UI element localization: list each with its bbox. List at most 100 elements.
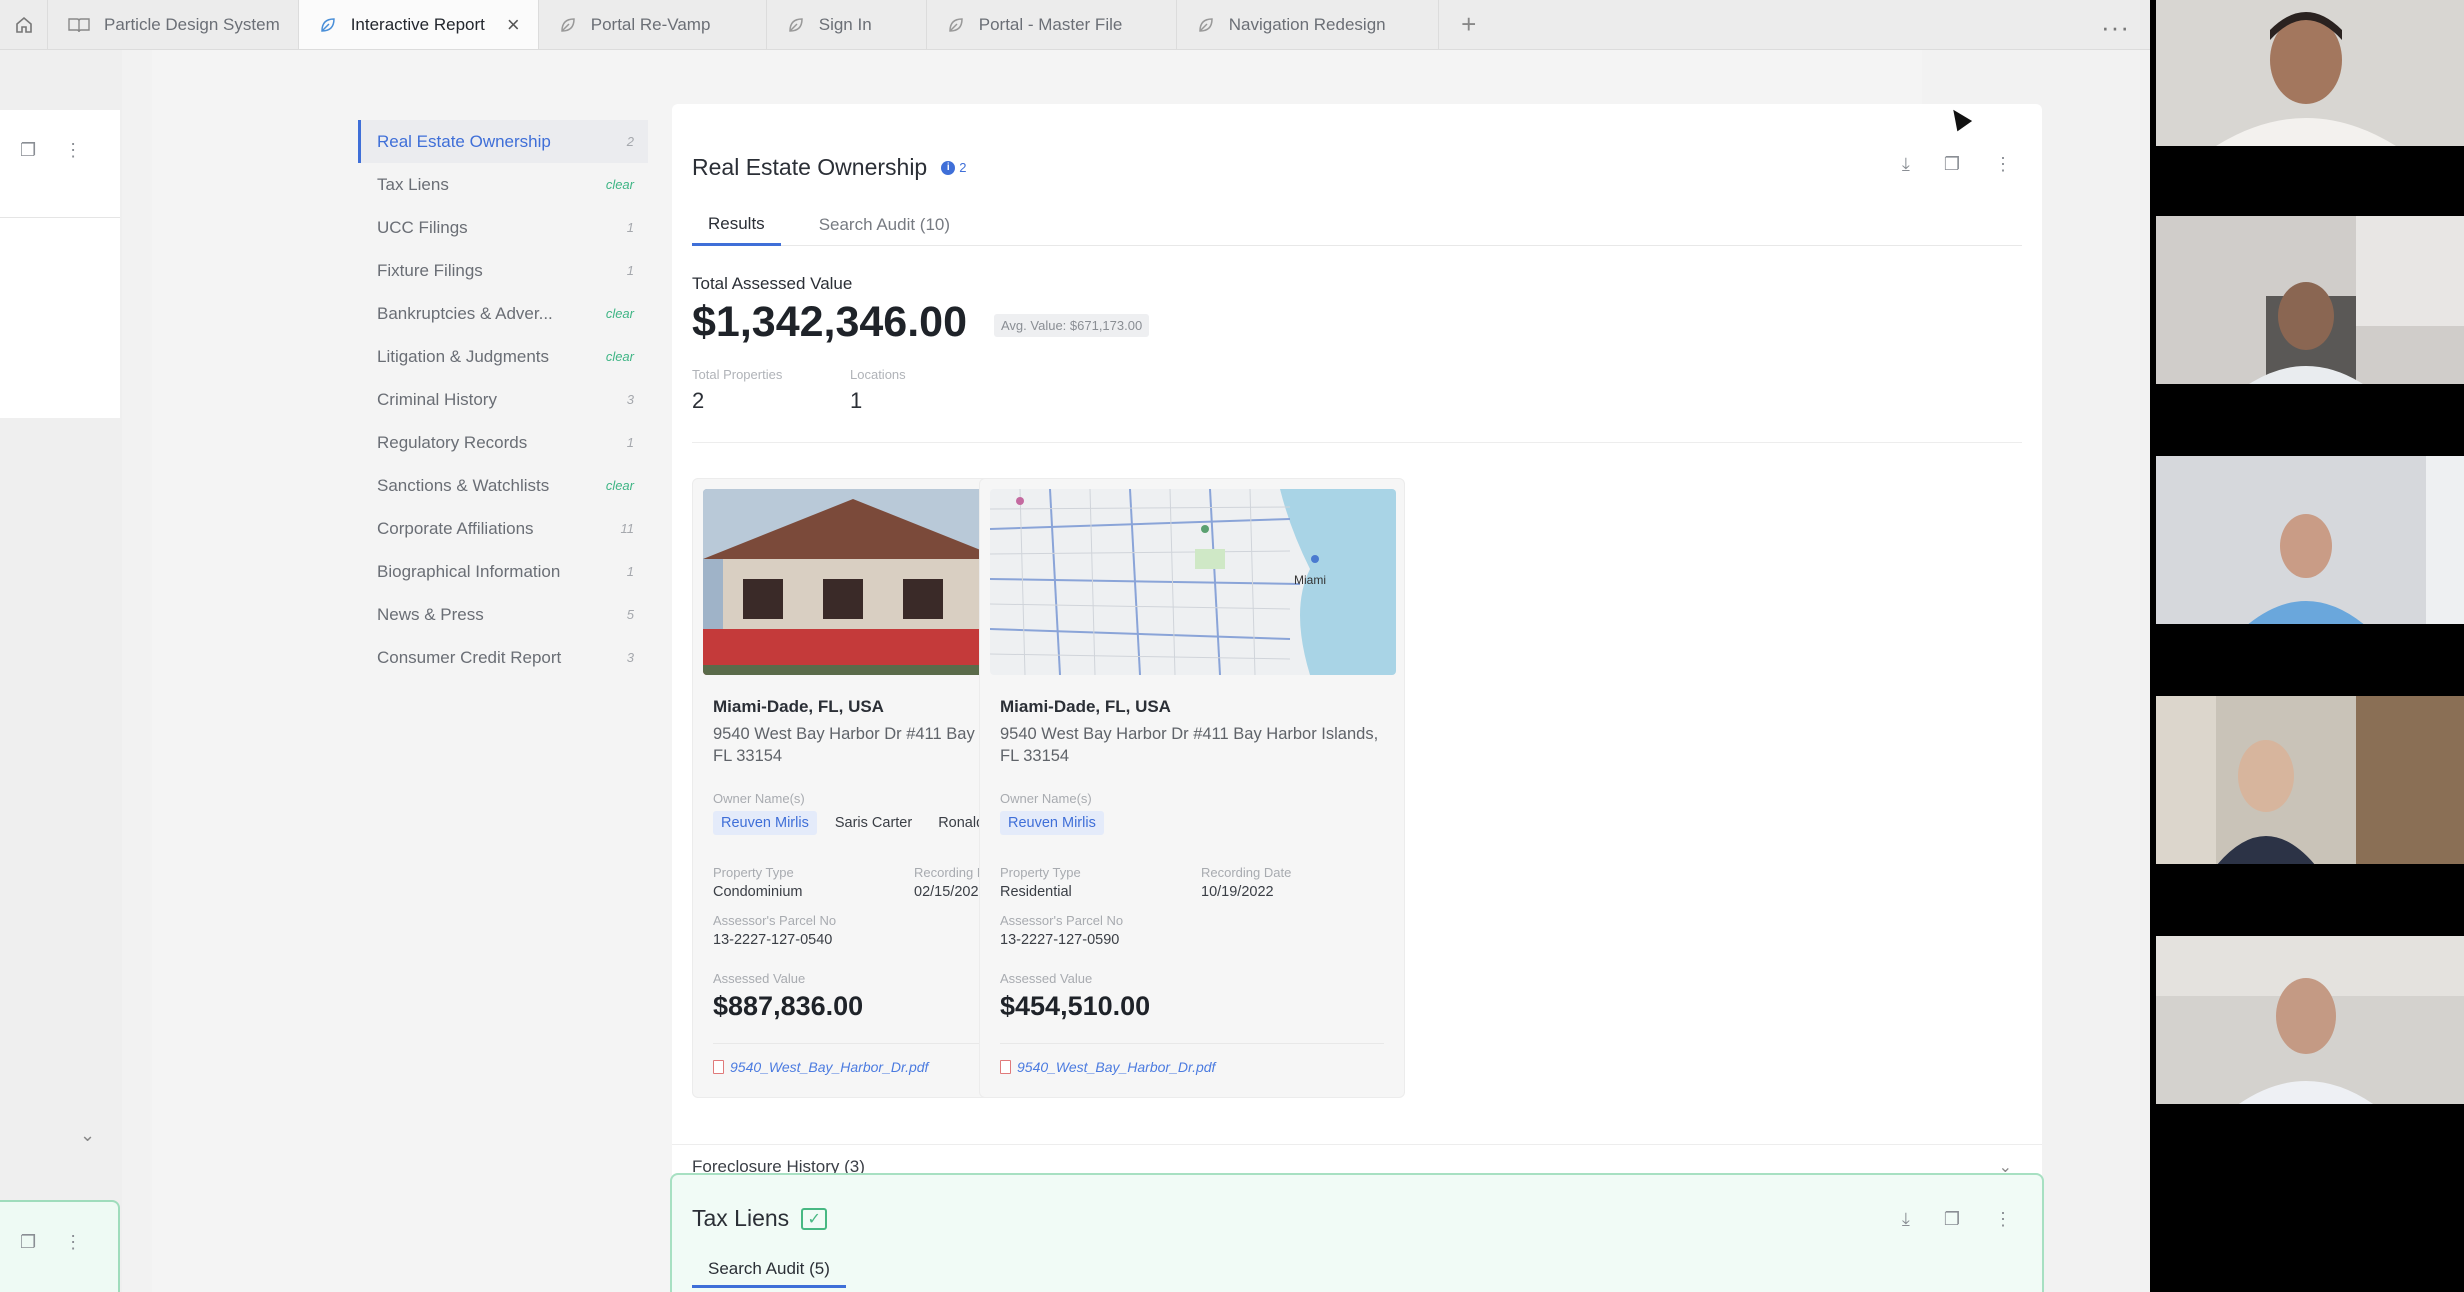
tab-label: Portal - Master File: [978, 14, 1123, 34]
sidebar-item-label: Corporate Affiliations: [377, 518, 534, 538]
assessed-value-label: Assessed Value: [1000, 971, 1093, 986]
tab-search-audit[interactable]: Search Audit (10): [803, 204, 966, 246]
card-header: Real Estate Ownership i 2: [692, 154, 966, 181]
tab-particle-design-system[interactable]: Particle Design System: [48, 0, 299, 49]
clear-status: clear: [605, 177, 634, 192]
sidebar-item-label: UCC Filings: [377, 217, 468, 237]
tab-navigation-redesign[interactable]: Navigation Redesign: [1177, 0, 1439, 49]
more-options-icon[interactable]: ···: [2101, 12, 2130, 43]
stat-value: 1: [850, 388, 863, 413]
property-address: 9540 West Bay Harbor Dr #411 Bay Harbor …: [1000, 725, 1379, 765]
sidebar-item[interactable]: Corporate Affiliations 11: [358, 507, 648, 550]
leaf-icon: [948, 17, 963, 32]
sidebar-item-label: Criminal History: [377, 389, 497, 409]
kebab-icon[interactable]: ⋮: [64, 140, 82, 161]
sidebar-item-label: Bankruptcies & Adver...: [377, 303, 553, 323]
sidebar-item-count: 5: [626, 607, 634, 622]
leaf-icon: [560, 17, 575, 32]
pdf-link[interactable]: 9540_West_Bay_Harbor_Dr.pdf: [1000, 1059, 1215, 1075]
sidebar-item[interactable]: Biographical Information 1: [358, 550, 648, 593]
download-icon[interactable]: ⤓: [1902, 154, 1910, 175]
copy-icon[interactable]: ❐: [20, 1232, 36, 1253]
plus-icon: +: [1461, 9, 1477, 39]
pdf-file-icon: [1000, 1060, 1011, 1074]
participant-video: [2156, 456, 2464, 624]
copy-icon[interactable]: ❐: [20, 140, 36, 161]
participant-video: [2156, 216, 2464, 384]
total-assessed-value: $1,342,346.00: [692, 298, 967, 346]
kebab-icon[interactable]: ⋮: [64, 1232, 82, 1253]
video-participants: [2150, 0, 2464, 1292]
app-window: Particle Design System Interactive Repor…: [0, 0, 2150, 1292]
sidebar-item[interactable]: Sanctions & Watchlists clear: [358, 464, 648, 507]
sidebar-item[interactable]: Bankruptcies & Adver... clear: [358, 292, 648, 335]
tab-results[interactable]: Results: [692, 204, 781, 246]
sidebar-item-count: 3: [626, 392, 634, 407]
copy-icon[interactable]: ❐: [1944, 154, 1960, 175]
stat-label: Locations: [850, 367, 906, 382]
tab-label: Interactive Report: [350, 14, 485, 34]
assessed-value-label: Assessed Value: [713, 971, 806, 986]
tab-search-audit[interactable]: Search Audit (5): [692, 1253, 846, 1288]
sidebar-item[interactable]: Litigation & Judgments clear: [358, 335, 648, 378]
home-button[interactable]: [0, 0, 48, 49]
add-tab-button[interactable]: +: [1439, 0, 1499, 49]
stat-locations: Locations 1: [850, 367, 906, 414]
tab-label: Particle Design System: [104, 14, 280, 34]
participant-video: [2156, 696, 2464, 864]
tab-portal-master-file[interactable]: Portal - Master File: [927, 0, 1177, 49]
kebab-icon[interactable]: ⋮: [1994, 154, 2012, 175]
tab-bar: Particle Design System Interactive Repor…: [0, 0, 2150, 50]
tab-label: Navigation Redesign: [1228, 14, 1386, 34]
clear-status: clear: [605, 478, 634, 493]
info-icon: i: [941, 160, 956, 175]
close-tab-icon[interactable]: ×: [507, 13, 520, 36]
sidebar-item-count: 1: [626, 564, 634, 579]
sidebar-item-label: News & Press: [377, 604, 484, 624]
sidebar-item[interactable]: Criminal History 3: [358, 378, 648, 421]
kebab-icon[interactable]: ⋮: [1994, 1209, 2012, 1230]
chevron-down-icon[interactable]: ⌄: [80, 1125, 95, 1146]
sidebar-item-label: Sanctions & Watchlists: [377, 475, 550, 495]
sidebar-item[interactable]: Fixture Filings 1: [358, 249, 648, 292]
total-assessed-label: Total Assessed Value: [692, 274, 853, 293]
owner-chip[interactable]: Saris Carter: [827, 811, 920, 835]
parcel-number: Assessor's Parcel No 13-2227-127-0590: [1000, 913, 1123, 948]
assessed-value: $454,510.00: [1000, 991, 1151, 1021]
sidebar-item-count: 1: [626, 435, 634, 450]
sidebar-item[interactable]: UCC Filings 1: [358, 206, 648, 249]
pdf-filename: 9540_West_Bay_Harbor_Dr.pdf: [1017, 1059, 1216, 1075]
sidebar-item[interactable]: Consumer Credit Report 3: [358, 636, 648, 679]
recording-date-value: 10/19/2022: [1201, 884, 1274, 900]
tab-interactive-report[interactable]: Interactive Report ×: [298, 0, 539, 49]
parcel-value: 13-2227-127-0540: [713, 932, 833, 948]
tab-sign-in[interactable]: Sign In: [767, 0, 927, 49]
participant-video: [2156, 0, 2464, 168]
property-type-value: Residential: [1000, 884, 1072, 900]
sidebar-item[interactable]: Regulatory Records 1: [358, 421, 648, 464]
property-card: Miami Miami-Dade, FL, USA 9540 West Bay …: [979, 478, 1405, 1098]
book-icon: [68, 17, 90, 32]
property-type-value: Condominium: [713, 884, 803, 900]
sidebar-item-label: Fixture Filings: [377, 260, 483, 280]
owner-chip[interactable]: Reuven Mirlis: [713, 811, 817, 835]
owners-label: Owner Name(s): [1000, 791, 1092, 806]
owner-chip[interactable]: Reuven Mirlis: [1000, 811, 1104, 835]
sidebar-item[interactable]: Real Estate Ownership 2: [358, 120, 648, 163]
avg-value-badge: Avg. Value: $671,173.00: [994, 314, 1150, 337]
pdf-link[interactable]: 9540_West_Bay_Harbor_Dr.pdf: [713, 1059, 928, 1075]
pdf-filename: 9540_West_Bay_Harbor_Dr.pdf: [730, 1059, 929, 1075]
assessed-value: $887,836.00: [713, 991, 864, 1021]
download-icon[interactable]: ⤓: [1902, 1209, 1910, 1230]
stat-value: 2: [692, 388, 705, 413]
map-city-label: Miami: [1294, 573, 1326, 587]
sidebar-item-count: 3: [626, 650, 634, 665]
sidebar-item-count: 2: [626, 134, 634, 149]
info-badge[interactable]: i 2: [941, 160, 966, 175]
tab-portal-re-vamp[interactable]: Portal Re-Vamp: [539, 0, 767, 49]
sidebar-item[interactable]: Tax Liens clear: [358, 163, 648, 206]
sidebar-item[interactable]: News & Press 5: [358, 593, 648, 636]
copy-icon[interactable]: ❐: [1944, 1209, 1960, 1230]
stat-label: Total Properties: [692, 367, 783, 382]
divider: [1000, 1043, 1384, 1044]
